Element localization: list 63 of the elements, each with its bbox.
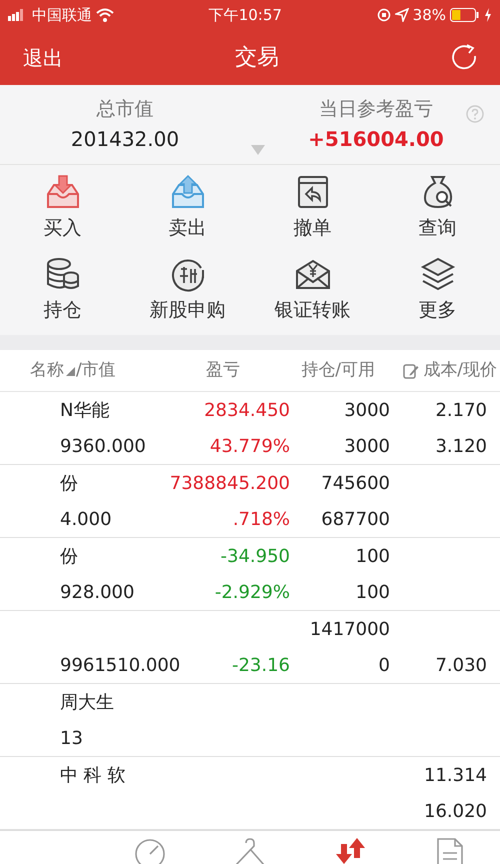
position-quantity: 745600: [321, 472, 390, 496]
column-header: 盈亏: [206, 358, 240, 382]
profit-loss: -34.950: [220, 544, 290, 568]
market-value: 13: [60, 726, 83, 750]
current-price: 7.030: [435, 654, 487, 678]
market-value: 9961510.000: [60, 654, 180, 678]
wifi-icon: [96, 8, 114, 22]
profit-loss: 2834.450: [204, 398, 290, 422]
carrier-name: 中国联通: [32, 4, 92, 26]
market-value: 9360.000: [60, 434, 146, 458]
column-header: /市值: [76, 358, 116, 382]
document-icon[interactable]: [435, 837, 465, 864]
available-quantity: 3000: [344, 434, 390, 458]
menu-item[interactable]: 撤单: [250, 173, 375, 255]
profit-loss: 7388845.200: [170, 472, 290, 496]
available-quantity: 687700: [321, 508, 390, 532]
current-price: 3.120: [435, 434, 487, 458]
sort-icon[interactable]: [64, 364, 76, 376]
charging-icon: [484, 8, 492, 22]
menu-item[interactable]: 卖出: [125, 173, 250, 255]
battery-icon: [450, 8, 480, 22]
cost-price: 11.314: [424, 764, 487, 788]
layers-icon: [418, 256, 456, 292]
market-value: 4.000: [60, 508, 112, 532]
available-quantity: 0: [378, 654, 390, 678]
edit-icon[interactable]: [403, 362, 420, 378]
position-quantity: 1417000: [310, 618, 390, 642]
market-value: 928.000: [60, 580, 134, 604]
gauge-icon[interactable]: [133, 837, 167, 864]
back-button[interactable]: 退出: [22, 42, 64, 74]
stock-name: 份: [60, 544, 78, 568]
available-quantity: 100: [356, 580, 390, 604]
daily-pnl-value: +516004.00: [308, 126, 444, 153]
stock-name: 份: [60, 472, 78, 496]
profit-loss-percent: -2.929%: [214, 580, 290, 604]
column-header: 持仓/可用: [301, 358, 375, 382]
profit-loss-percent: .718%: [232, 508, 290, 532]
menu-item[interactable]: 买入: [0, 173, 125, 255]
position-quantity: 3000: [344, 398, 390, 422]
rotation-lock-icon: [376, 8, 391, 22]
total-value-label: 总市值: [96, 97, 154, 122]
menu-item[interactable]: 更多: [375, 255, 500, 337]
clock-time: 下午10:57: [208, 6, 282, 24]
cost-price: 2.170: [435, 398, 487, 422]
location-icon: [394, 8, 409, 22]
dropdown-icon[interactable]: [250, 144, 266, 156]
profit-loss-percent: 43.779%: [210, 434, 290, 458]
swap-arrows-icon[interactable]: [333, 836, 367, 864]
current-price: 16.020: [424, 800, 487, 824]
stock-name: 中 科 软: [60, 764, 126, 788]
battery-percent: 38%: [412, 4, 446, 26]
stock-name: N华能: [60, 398, 110, 422]
total-value: 201432.00: [70, 126, 180, 153]
stock-name: 周大生: [60, 690, 114, 714]
position-quantity: 100: [356, 544, 390, 568]
refresh-icon[interactable]: [450, 44, 478, 72]
help-icon[interactable]: [466, 104, 484, 123]
menu-item[interactable]: 查询: [375, 173, 500, 255]
daily-pnl-label: 当日参考盈亏: [319, 97, 433, 122]
profit-loss-percent: -23.16: [232, 654, 290, 678]
page-title: 交易: [235, 44, 279, 72]
column-header: 名称: [30, 358, 64, 382]
column-header: 成本/现价: [423, 358, 497, 382]
